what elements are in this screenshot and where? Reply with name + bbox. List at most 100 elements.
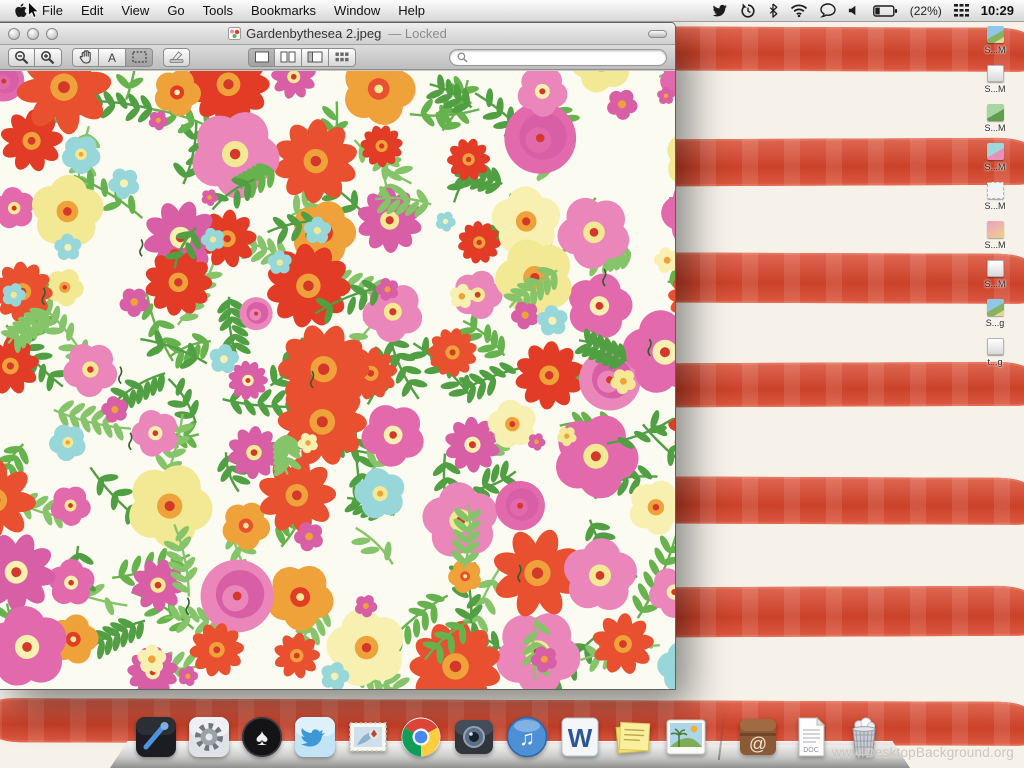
move-tool-button[interactable] (72, 48, 99, 67)
dock-separator (718, 708, 726, 760)
text-tool-icon: A (106, 51, 118, 64)
stickies-icon (610, 714, 656, 760)
menu-go[interactable]: Go (158, 0, 193, 22)
menu-clock[interactable]: 10:29 (981, 3, 1014, 18)
zoom-controls (8, 48, 62, 67)
menu-list: FileEditViewGoToolsBookmarksWindowHelp (33, 0, 434, 22)
apple-icon (14, 3, 27, 18)
dock-item-photo-booth[interactable] (451, 714, 497, 760)
dock-item-spades-app[interactable]: ♠ (239, 714, 285, 760)
file-label: S...g (986, 318, 1005, 328)
dock-item-chrome[interactable] (398, 714, 444, 760)
sidebar-view-icon (307, 51, 323, 63)
chat-status-icon[interactable] (820, 3, 836, 18)
search-icon (457, 52, 468, 63)
file-icon (987, 65, 1004, 82)
view-thumbnails-button[interactable] (275, 48, 302, 67)
toolbar-toggle-button[interactable] (648, 30, 667, 38)
photo-booth-icon (451, 714, 497, 760)
desktop-icon-1[interactable]: S...M (968, 26, 1022, 65)
time-machine-status-icon[interactable] (740, 3, 756, 19)
dock-item-list: ♠ ♫ W @ DOC (110, 708, 910, 760)
svg-text:A: A (108, 51, 116, 64)
app-dark-icon (133, 714, 179, 760)
file-label: S...M (984, 162, 1005, 172)
word-icon: W (557, 714, 603, 760)
wifi-status-icon[interactable] (790, 4, 808, 17)
search-field[interactable] (449, 49, 667, 66)
file-icon (987, 182, 1004, 199)
view-contact-sheet-button[interactable] (329, 48, 356, 67)
zoom-out-button[interactable] (8, 48, 35, 67)
desktop-icon-8[interactable]: S...g (968, 299, 1022, 338)
dock-item-word[interactable]: W (557, 714, 603, 760)
desktop-icon-2[interactable]: S...M (968, 65, 1022, 104)
file-label: S...M (984, 45, 1005, 55)
zoom-window-button[interactable] (46, 28, 58, 40)
traffic-lights (8, 28, 58, 40)
view-sidebar-button[interactable] (302, 48, 329, 67)
wallpaper-watermark: www.DesktopBackground.org (832, 745, 1014, 760)
menu-window[interactable]: Window (325, 0, 389, 22)
twitter-status-icon[interactable] (711, 4, 728, 18)
menu-tools[interactable]: Tools (194, 0, 242, 22)
desktop-icon-4[interactable]: S...M (968, 143, 1022, 182)
desktop-icon-7[interactable]: S...M (968, 260, 1022, 299)
grid-status-icon[interactable] (954, 4, 969, 17)
desktop-icon-6[interactable]: S...M (968, 221, 1022, 260)
minimize-button[interactable] (27, 28, 39, 40)
marker-pen-icon (168, 50, 185, 64)
dock-item-app-dark[interactable] (133, 714, 179, 760)
dock: ♠ ♫ W @ DOC (110, 694, 910, 768)
view-content-only-button[interactable] (248, 48, 275, 67)
screen: www.DesktopBackground.org S...M S...M S...… (0, 0, 1024, 768)
document-proxy-icon[interactable] (228, 27, 241, 40)
menu-edit[interactable]: Edit (72, 0, 112, 22)
iphoto-icon (663, 714, 709, 760)
dock-item-system-preferences[interactable] (186, 714, 232, 760)
dock-item-mail[interactable] (345, 714, 391, 760)
bluetooth-status-icon[interactable] (768, 3, 778, 18)
mail-icon (345, 714, 391, 760)
dock-item-textedit[interactable]: DOC (788, 714, 834, 760)
file-icon (987, 260, 1004, 277)
chrome-icon (398, 714, 444, 760)
system-preferences-icon (186, 714, 232, 760)
annotate-button[interactable] (163, 48, 190, 67)
battery-status-icon[interactable] (873, 5, 898, 17)
window-titlebar[interactable]: Gardenbythesea 2.jpeg — Locked (0, 23, 675, 45)
close-button[interactable] (8, 28, 20, 40)
menu-view[interactable]: View (112, 0, 158, 22)
file-label: S...M (984, 279, 1005, 289)
window-lock-status: — Locked (388, 26, 447, 41)
file-label: S...M (984, 240, 1005, 250)
desktop-icon-3[interactable]: S...M (968, 104, 1022, 143)
file-label: S...M (984, 201, 1005, 211)
text-tool-button[interactable]: A (99, 48, 126, 67)
dock-item-iphoto[interactable] (663, 714, 709, 760)
view-mode-group (248, 48, 356, 67)
desktop-icon-9[interactable]: t...g (968, 338, 1022, 377)
dock-item-address-book[interactable]: @ (735, 714, 781, 760)
file-icon (987, 26, 1004, 43)
hand-tool-icon (79, 50, 93, 64)
file-label: S...M (984, 123, 1005, 133)
dock-item-stickies[interactable] (610, 714, 656, 760)
selection-tool-icon (132, 51, 147, 63)
spades-app-icon: ♠ (239, 714, 285, 760)
address-book-icon: @ (735, 714, 781, 760)
desktop-icon-5[interactable]: S...M (968, 182, 1022, 221)
battery-percent: (22%) (910, 4, 942, 18)
dock-item-itunes[interactable]: ♫ (504, 714, 550, 760)
dock-item-twitter[interactable] (292, 714, 338, 760)
svg-text:♫: ♫ (519, 727, 535, 750)
zoom-in-button[interactable] (35, 48, 62, 67)
zoom-out-icon (14, 50, 30, 65)
search-input[interactable] (472, 51, 659, 63)
floral-image (0, 71, 675, 689)
menu-bookmarks[interactable]: Bookmarks (242, 0, 325, 22)
svg-text:DOC: DOC (803, 747, 819, 754)
volume-status-icon[interactable] (848, 4, 861, 17)
menu-help[interactable]: Help (389, 0, 434, 22)
select-tool-button[interactable] (126, 48, 153, 67)
